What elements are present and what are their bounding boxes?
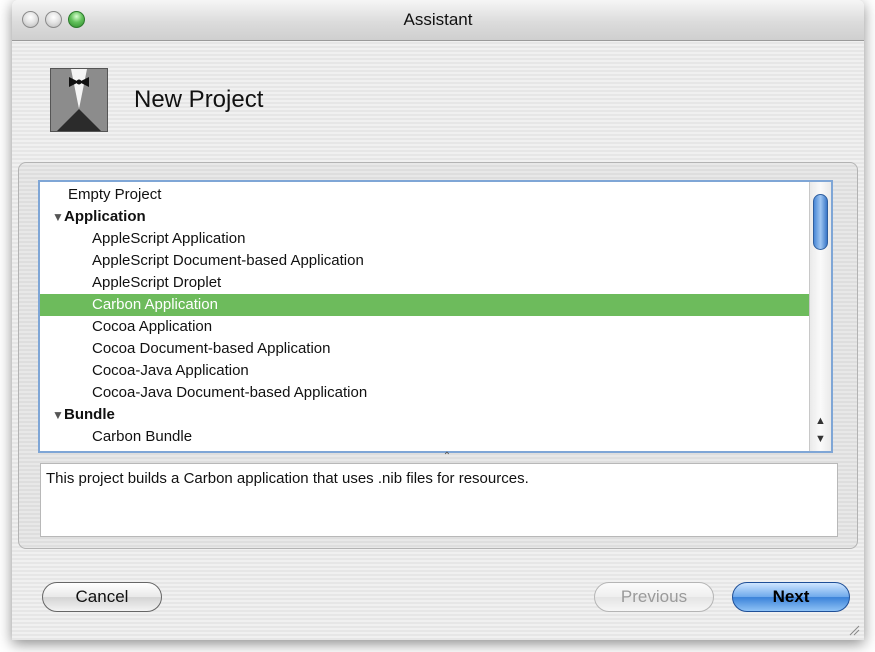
split-handle-icon[interactable]: ⌃ <box>437 452 457 462</box>
list-item[interactable]: AppleScript Droplet <box>40 272 831 294</box>
list-item[interactable]: Carbon Bundle <box>40 426 831 448</box>
scroll-thumb[interactable] <box>813 194 828 250</box>
list-item-label: Cocoa Application <box>92 318 213 335</box>
assistant-window: Assistant New Project Carbon Bundle ▼ Bund… <box>12 0 864 640</box>
list-item[interactable]: Empty Project <box>40 184 831 206</box>
list-item-label: Empty Project <box>68 186 162 203</box>
scroll-up-arrow-icon[interactable]: ▲ <box>810 412 831 430</box>
list-item-label: Application <box>64 208 146 225</box>
list-item[interactable]: Cocoa Document-based Application <box>40 338 831 360</box>
description-box: This project builds a Carbon application… <box>40 463 838 537</box>
list-item[interactable]: AppleScript Application <box>40 228 831 250</box>
list-item-label: AppleScript Droplet <box>92 274 222 291</box>
list-item[interactable]: Carbon Application <box>40 294 831 316</box>
list-item-label: Carbon Bundle <box>92 428 193 445</box>
scroll-down-arrow-icon[interactable]: ▼ <box>810 430 831 448</box>
list-item-label: Cocoa-Java Document-based Application <box>92 384 368 401</box>
page-title: New Project <box>134 86 264 113</box>
list-item-label: AppleScript Document-based Application <box>92 252 364 269</box>
title-bar[interactable]: Assistant <box>12 0 864 41</box>
list-item-label: Cocoa Document-based Application <box>92 340 331 357</box>
description-text: This project builds a Carbon application… <box>46 470 529 487</box>
list-item[interactable]: Cocoa-Java Application <box>40 360 831 382</box>
resize-grip-icon[interactable] <box>848 624 860 636</box>
window-title: Assistant <box>403 10 473 29</box>
next-button[interactable]: Next <box>732 582 850 612</box>
list-item-label: Bundle <box>64 406 115 423</box>
list-item[interactable]: Cocoa-Java Document-based Application <box>40 382 831 404</box>
vertical-scrollbar[interactable]: ▲ ▼ <box>809 182 831 451</box>
project-template-list[interactable]: Carbon Bundle ▼ Bundle Cocoa-Java Document-… <box>38 180 833 453</box>
list-item[interactable]: ▼ Application <box>40 206 831 228</box>
list-item[interactable]: Cocoa Application <box>40 316 831 338</box>
list-item-label: Carbon Application <box>92 296 218 313</box>
list-item[interactable]: AppleScript Document-based Application <box>40 250 831 272</box>
disclosure-triangle-icon[interactable]: ▼ <box>52 404 64 426</box>
list-item-label: AppleScript Application <box>92 230 246 247</box>
disclosure-triangle-icon[interactable]: ▼ <box>52 206 64 228</box>
previous-button[interactable]: Previous <box>594 582 714 612</box>
list-item-label: Cocoa-Java Application <box>92 362 249 379</box>
cancel-button[interactable]: Cancel <box>42 582 162 612</box>
list-item[interactable]: ▼ Bundle <box>40 404 831 426</box>
tuxedo-icon <box>50 68 108 132</box>
